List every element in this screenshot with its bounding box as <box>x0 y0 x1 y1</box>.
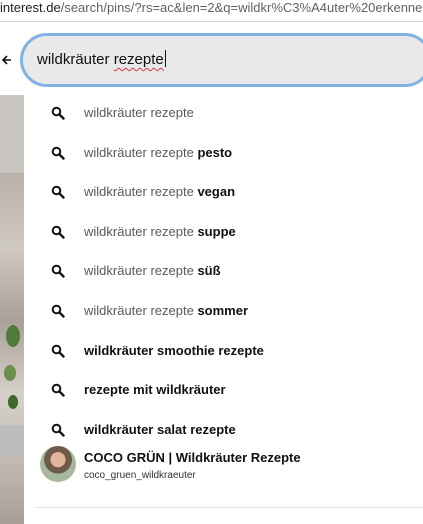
suggestion-item[interactable]: wildkräuter salat rezepte <box>24 411 423 450</box>
suggestion-item[interactable]: wildkräuter rezepte <box>24 94 423 133</box>
search-icon <box>51 185 65 199</box>
url-path: /search/pins/?rs=ac&len=2&q=wildkr%C3%A4… <box>60 1 423 15</box>
suggestion-item[interactable]: wildkräuter smoothie rezepte <box>24 332 423 371</box>
suggestion-label: wildkräuter rezepte sommer <box>84 303 249 318</box>
suggestion-item[interactable]: wildkräuter rezepte sommer <box>24 292 423 331</box>
image-bottom <box>0 425 24 455</box>
search-suggestions-dropdown: wildkräuter rezepte wildkräuter rezepte … <box>24 93 423 524</box>
search-icon <box>51 344 65 358</box>
search-icon <box>51 383 65 397</box>
suggestion-label: wildkräuter smoothie rezepte <box>84 343 264 358</box>
suggestion-label: wildkräuter rezepte vegan <box>84 184 236 199</box>
suggestion-item[interactable]: wildkräuter rezepte suppe <box>24 213 423 252</box>
url-text[interactable]: interest.de/search/pins/?rs=ac&len=2&q=w… <box>0 1 423 21</box>
suggestion-label: wildkräuter rezepte süß <box>84 263 221 278</box>
suggestion-item[interactable]: wildkräuter rezepte süß <box>24 252 423 291</box>
search-icon <box>51 264 65 278</box>
search-icon <box>51 304 65 318</box>
profile-name: COCO GRÜN | Wildkräuter Rezepte <box>84 450 301 465</box>
search-icon <box>51 225 65 239</box>
suggestion-label: wildkräuter rezepte <box>84 105 194 120</box>
text-caret <box>164 50 166 67</box>
url-host: interest.de <box>0 1 61 15</box>
profile-suggestion[interactable]: COCO GRÜN | Wildkräuter Rezepte coco_gru… <box>24 446 423 496</box>
browser-address-bar[interactable]: interest.de/search/pins/?rs=ac&len=2&q=w… <box>0 0 423 22</box>
search-icon <box>51 146 65 160</box>
suggestion-item[interactable]: wildkräuter rezepte vegan <box>24 173 423 212</box>
suggestion-item[interactable]: wildkräuter rezepte pesto <box>24 134 423 173</box>
page: interest.de/search/pins/?rs=ac&len=2&q=w… <box>0 0 423 524</box>
divider <box>36 507 423 508</box>
leaf-shape <box>8 395 18 409</box>
suggestion-item[interactable]: rezepte mit wildkräuter <box>24 371 423 410</box>
suggestion-label: wildkräuter rezepte pesto <box>84 145 233 160</box>
search-word-2: rezepte <box>113 51 164 68</box>
background-pin-image <box>0 95 24 524</box>
wood-texture <box>0 173 24 524</box>
search-input[interactable]: wildkräuter rezepte <box>20 33 423 87</box>
suggestion-label: wildkräuter salat rezepte <box>84 422 236 437</box>
search-word-1: wildkräuter <box>37 51 110 68</box>
avatar <box>40 446 76 482</box>
leaf-shape <box>4 365 16 381</box>
profile-handle: coco_gruen_wildkraeuter <box>84 470 196 481</box>
search-icon <box>51 423 65 437</box>
leaf-shape <box>6 325 20 347</box>
search-icon <box>51 106 65 120</box>
suggestion-label: rezepte mit wildkräuter <box>84 382 226 397</box>
suggestion-label: wildkräuter rezepte suppe <box>84 224 236 239</box>
search-input-value[interactable]: wildkräuter rezepte <box>37 50 166 68</box>
back-arrow-icon[interactable] <box>1 50 12 70</box>
